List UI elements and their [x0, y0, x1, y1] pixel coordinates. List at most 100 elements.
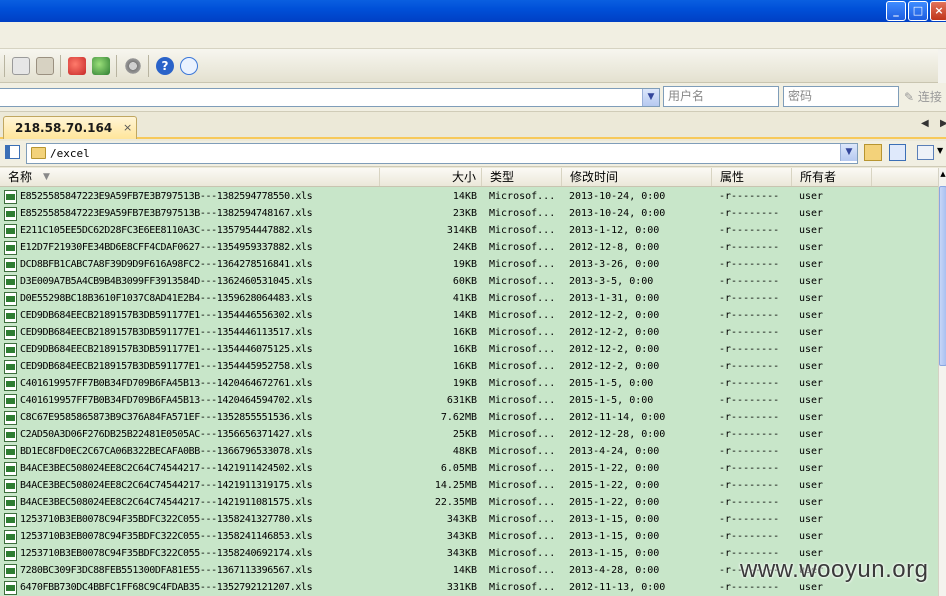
close-window-button[interactable]: ×: [930, 1, 946, 21]
file-row[interactable]: DCD8BFB1CABC7A8F39D9D9F616A98FC2---13642…: [0, 256, 938, 273]
path-input[interactable]: /excel ▼: [26, 143, 858, 164]
scrollbar-thumb[interactable]: [939, 186, 946, 366]
file-row[interactable]: B4ACE3BEC508024EE8C2C64C74544217---14219…: [0, 460, 938, 477]
file-size: 19KB: [452, 378, 477, 389]
file-row[interactable]: BD1EC8FD0EC2C67CA06B322BECAFA0BB---13667…: [0, 443, 938, 460]
close-tab-icon[interactable]: ×: [123, 121, 132, 134]
file-size: 14KB: [452, 310, 477, 321]
view-mode-icon[interactable]: [917, 145, 934, 160]
chevron-down-icon[interactable]: ▼: [840, 144, 857, 161]
path-bar: /excel ▼ ▼: [0, 141, 946, 167]
file-row[interactable]: C2AD50A3D06F276DB25B22481E0505AC---13566…: [0, 426, 938, 443]
file-size: 343KB: [446, 548, 477, 559]
file-type: Microsof...: [489, 548, 556, 559]
file-size: 23KB: [452, 208, 477, 219]
file-owner: user: [799, 531, 824, 542]
file-row[interactable]: E12D7F21930FE34BD6E8CFF4CDAF0627---13549…: [0, 239, 938, 256]
file-type: Microsof...: [489, 208, 556, 219]
refresh-icon[interactable]: [889, 144, 906, 161]
transfer-green-icon[interactable]: [92, 57, 110, 75]
username-field[interactable]: 用户名: [663, 86, 779, 107]
file-row[interactable]: D0E55298BC18B3610F1037C8AD41E2B4---13596…: [0, 290, 938, 307]
file-modified: 2012-12-28, 0:00: [569, 429, 666, 440]
col-name[interactable]: 名称 ▼: [0, 168, 380, 186]
tab-scroll-right-icon[interactable]: ▶: [940, 118, 946, 129]
view-mode-chevron-icon[interactable]: ▼: [937, 146, 943, 155]
col-type[interactable]: 类型: [482, 168, 562, 186]
toolbar-separator: [4, 55, 5, 77]
connect-button[interactable]: ✎ 连接: [904, 88, 942, 105]
file-row[interactable]: D3E009A7B5A4CB9B4B3099FF3913584D---13624…: [0, 273, 938, 290]
file-owner: user: [799, 225, 824, 236]
file-owner: user: [799, 497, 824, 508]
toolbar: ?: [0, 49, 946, 83]
maximize-button[interactable]: □: [908, 1, 928, 21]
file-modified: 2012-11-13, 0:00: [569, 582, 666, 593]
menu-bar: [0, 22, 946, 49]
col-modified[interactable]: 修改时间: [562, 168, 712, 186]
settings-gear-icon[interactable]: [124, 57, 142, 75]
col-owner[interactable]: 所有者: [792, 168, 872, 186]
chevron-down-icon[interactable]: ▼: [642, 89, 659, 106]
file-type: Microsof...: [489, 276, 556, 287]
tree-toggle-icon[interactable]: [5, 145, 20, 159]
col-name-label: 名称: [8, 170, 33, 184]
file-name: E12D7F21930FE34BD6E8CFF4CDAF0627---13549…: [20, 242, 313, 253]
excel-file-icon: [4, 462, 17, 476]
file-size: 16KB: [452, 344, 477, 355]
file-name: 1253710B3EB0078C94F35BDFC322C055---13582…: [20, 514, 313, 525]
host-input[interactable]: ▼: [0, 88, 660, 107]
file-type: Microsof...: [489, 242, 556, 253]
file-type: Microsof...: [489, 191, 556, 202]
session-tab-bar: 218.58.70.164 ×: [0, 112, 946, 139]
excel-file-icon: [4, 394, 17, 408]
file-size: 6.05MB: [440, 463, 477, 474]
file-row[interactable]: C401619957FF7B0B34FD709B6FA45B13---14204…: [0, 392, 938, 409]
toolbar-scroll-edge: [938, 49, 946, 83]
file-size: 631KB: [446, 395, 477, 406]
file-row[interactable]: B4ACE3BEC508024EE8C2C64C74544217---14219…: [0, 494, 938, 511]
file-modified: 2013-1-15, 0:00: [569, 548, 660, 559]
file-attr: -r--------: [719, 531, 780, 542]
file-name: BD1EC8FD0EC2C67CA06B322BECAFA0BB---13667…: [20, 446, 313, 457]
col-size[interactable]: 大小: [380, 168, 482, 186]
file-owner: user: [799, 293, 824, 304]
file-name: DCD8BFB1CABC7A8F39D9D9F616A98FC2---13642…: [20, 259, 313, 270]
file-attr: -r--------: [719, 344, 780, 355]
file-row[interactable]: 1253710B3EB0078C94F35BDFC322C055---13582…: [0, 528, 938, 545]
tab-scroll-left-icon[interactable]: ◀: [921, 118, 929, 129]
file-modified: 2012-11-14, 0:00: [569, 412, 666, 423]
tab-session[interactable]: 218.58.70.164 ×: [3, 116, 137, 139]
file-row[interactable]: E8525585847223E9A59FB7E3B797513B---13825…: [0, 188, 938, 205]
file-size: 14.25MB: [434, 480, 477, 491]
file-owner: user: [799, 208, 824, 219]
file-row[interactable]: CED9DB684EECB2189157B3DB591177E1---13544…: [0, 324, 938, 341]
file-owner: user: [799, 480, 824, 491]
help-icon[interactable]: ?: [156, 57, 174, 75]
file-row[interactable]: CED9DB684EECB2189157B3DB591177E1---13544…: [0, 358, 938, 375]
file-size: 60KB: [452, 276, 477, 287]
file-size: 14KB: [452, 191, 477, 202]
file-row[interactable]: C8C67E9585865873B9C376A84FA571EF---13528…: [0, 409, 938, 426]
file-owner: user: [799, 446, 824, 457]
excel-file-icon: [4, 564, 17, 578]
message-icon[interactable]: [180, 57, 198, 75]
vertical-scrollbar[interactable]: ▲: [938, 168, 946, 596]
col-attr[interactable]: 属性: [712, 168, 792, 186]
password-field[interactable]: 密码: [783, 86, 899, 107]
minimize-button[interactable]: _: [886, 1, 906, 21]
transfer-red-icon[interactable]: [68, 57, 86, 75]
file-row[interactable]: CED9DB684EECB2189157B3DB591177E1---13544…: [0, 307, 938, 324]
paste-icon[interactable]: [36, 57, 54, 75]
scroll-up-icon[interactable]: ▲: [939, 170, 946, 178]
parent-folder-icon[interactable]: [864, 144, 882, 161]
file-row[interactable]: CED9DB684EECB2189157B3DB591177E1---13544…: [0, 341, 938, 358]
file-row[interactable]: B4ACE3BEC508024EE8C2C64C74544217---14219…: [0, 477, 938, 494]
file-row[interactable]: E211C105EE5DC62D28FC3E6EE8110A3C---13579…: [0, 222, 938, 239]
copy-icon[interactable]: [12, 57, 30, 75]
file-row[interactable]: E8525585847223E9A59FB7E3B797513B---13825…: [0, 205, 938, 222]
file-attr: -r--------: [719, 310, 780, 321]
file-attr: -r--------: [719, 497, 780, 508]
file-row[interactable]: C401619957FF7B0B34FD709B6FA45B13---14204…: [0, 375, 938, 392]
file-row[interactable]: 1253710B3EB0078C94F35BDFC322C055---13582…: [0, 511, 938, 528]
